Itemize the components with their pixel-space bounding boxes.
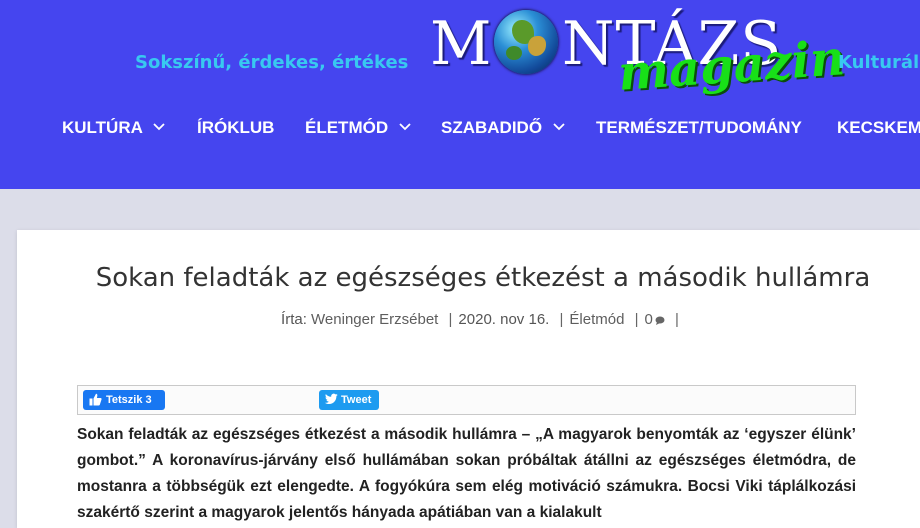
- facebook-like-label: Tetszik 3: [106, 394, 152, 406]
- logo-letter-m: M: [430, 9, 493, 79]
- author-prefix: Írta:: [281, 311, 307, 328]
- article-body: Sokan feladták az egészséges étkezést a …: [77, 422, 856, 526]
- tweet-button[interactable]: Tweet: [319, 390, 379, 410]
- nav-item-label: TERMÉSZET/TUDOMÁNY: [596, 118, 802, 137]
- site-logo[interactable]: M NTÁZS magazin: [428, 0, 847, 110]
- thumbs-up-icon: [89, 393, 102, 406]
- meta-separator: |: [634, 311, 639, 328]
- chevron-down-icon: [153, 122, 165, 130]
- globe-icon: [494, 10, 558, 74]
- tagline-right: Kulturális: [838, 52, 920, 73]
- chevron-down-icon: [553, 122, 565, 130]
- comments-link[interactable]: 0: [645, 311, 665, 328]
- article-paragraph: Sokan feladták az egészséges étkezést a …: [77, 426, 856, 521]
- comment-count: 0: [644, 311, 653, 328]
- nav-item-kultura[interactable]: KULTÚRA: [62, 108, 165, 148]
- site-header: Sokszínű, érdekes, értékes M NTÁZS magaz…: [0, 0, 920, 189]
- chevron-down-icon: [399, 122, 411, 130]
- comment-icon: [655, 316, 665, 325]
- nav-item-eletmod[interactable]: ÉLETMÓD: [305, 108, 411, 148]
- nav-item-label: ÉLETMÓD: [305, 118, 389, 137]
- author-link[interactable]: Weninger Erzsébet: [311, 311, 438, 328]
- tweet-label: Tweet: [341, 394, 372, 406]
- nav-item-label: KECSKEM: [837, 118, 920, 137]
- article-meta: Írta: Weninger Erzsébet | 2020. nov 16. |…: [17, 311, 920, 328]
- meta-separator: |: [675, 311, 679, 328]
- nav-item-szabadido[interactable]: SZABADIDŐ: [441, 108, 565, 148]
- nav-item-iroklub[interactable]: ÍRÓKLUB: [197, 108, 274, 148]
- main-nav: KULTÚRA ÍRÓKLUB ÉLETMÓD SZABADIDŐ TERMÉS…: [0, 108, 920, 148]
- nav-item-label: KULTÚRA: [62, 118, 143, 137]
- nav-item-label: SZABADIDŐ: [441, 118, 543, 137]
- article-title: Sokan feladták az egészséges étkezést a …: [95, 263, 871, 293]
- logo-magazin: magazin: [616, 30, 847, 102]
- article-date: 2020. nov 16.: [458, 311, 550, 328]
- share-bar: Tetszik 3 Tweet: [77, 385, 856, 415]
- twitter-bird-icon: [325, 393, 338, 404]
- nav-item-termeszet-tudomany[interactable]: TERMÉSZET/TUDOMÁNY: [596, 108, 802, 148]
- nav-item-kecskemet[interactable]: KECSKEM: [837, 108, 920, 148]
- meta-separator: |: [559, 311, 564, 328]
- category-link[interactable]: Életmód: [569, 311, 624, 328]
- tagline-left: Sokszínű, érdekes, értékes: [135, 52, 409, 73]
- nav-item-label: ÍRÓKLUB: [197, 118, 275, 137]
- facebook-like-button[interactable]: Tetszik 3: [83, 390, 165, 410]
- article-card: Sokan feladták az egészséges étkezést a …: [17, 230, 920, 528]
- meta-separator: |: [448, 311, 453, 328]
